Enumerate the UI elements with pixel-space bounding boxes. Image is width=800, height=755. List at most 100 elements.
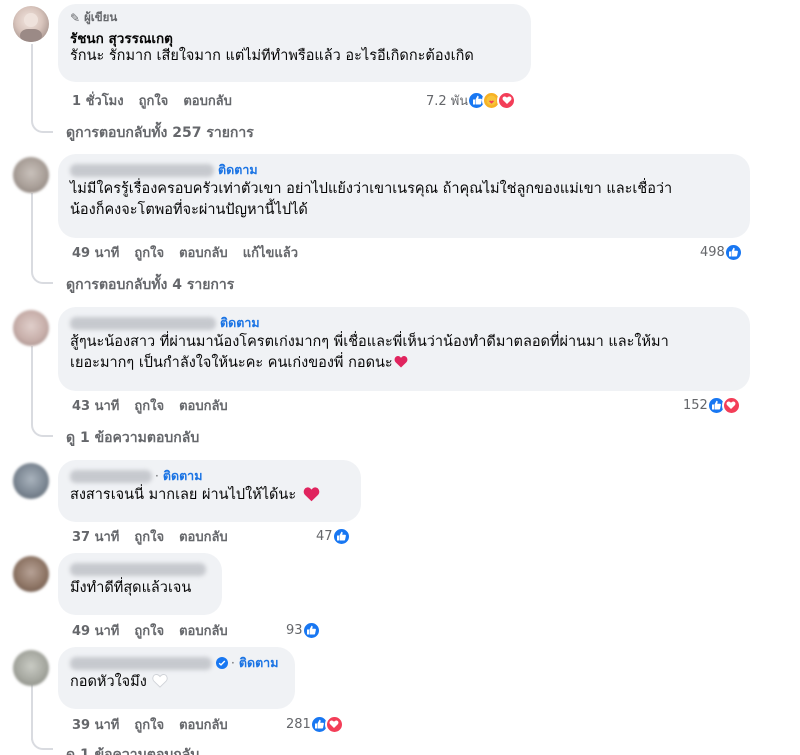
reaction-count: 498: [700, 244, 725, 260]
like-icon: [301, 620, 321, 640]
avatar[interactable]: [13, 310, 49, 346]
comment-actions: 1 ชั่วโมง ถูกใจ ตอบกลับ: [72, 91, 247, 109]
avatar[interactable]: [13, 6, 49, 42]
view-replies-link[interactable]: ดู 1 ข้อความตอบกลับ: [66, 427, 199, 447]
comment-time[interactable]: 43 นาที: [72, 395, 119, 416]
avatar-photo-icon: [20, 13, 42, 42]
reaction-summary[interactable]: 281: [286, 713, 344, 735]
comment-text-line: น้องก็คงจะโตพอที่จะผ่านปัญหานี้ไปได้: [70, 202, 308, 218]
thread-line: [31, 684, 33, 740]
author-badge: ✎ ผู้เขียน: [70, 10, 519, 25]
like-button[interactable]: ถูกใจ: [134, 242, 164, 263]
like-button[interactable]: ถูกใจ: [134, 395, 164, 416]
thread-curve: [31, 119, 53, 133]
like-button[interactable]: ถูกใจ: [134, 620, 164, 641]
comment-actions: 37 นาที ถูกใจ ตอบกลับ: [72, 527, 243, 545]
reaction-count: 47: [316, 528, 333, 544]
reaction-count: 7.2 พัน: [426, 93, 469, 109]
reply-button[interactable]: ตอบกลับ: [179, 526, 228, 547]
reaction-count: 93: [286, 622, 303, 638]
comment-text-line: สู้ๆนะน้องสาว ที่ผ่านมาน้องโครตเก่งมากๆ …: [70, 334, 669, 350]
like-icon: [331, 526, 351, 546]
comment-actions: 39 นาที ถูกใจ ตอบกลับ: [72, 715, 243, 733]
reply-button[interactable]: ตอบกลับ: [183, 90, 232, 111]
reply-button[interactable]: ตอบกลับ: [179, 620, 228, 641]
view-replies-link[interactable]: ดูการตอบกลับทั้ง 257 รายการ: [66, 122, 254, 142]
comment-text-line-with-emoji: สงสารเจนนี่ มากเลย ผ่านไปให้ได้นะ: [70, 485, 349, 506]
avatar[interactable]: [13, 463, 49, 499]
love-icon: [497, 90, 517, 110]
heart-emoji: [303, 487, 320, 502]
follow-button[interactable]: ติดตาม: [163, 466, 203, 486]
follow-button[interactable]: ติดตาม: [220, 313, 260, 333]
comment-actions: 49 นาที ถูกใจ ตอบกลับ: [72, 621, 243, 639]
thread-curve: [31, 423, 53, 437]
comment-text: กอดหัวใจมึง: [70, 674, 147, 690]
verified-badge-icon: [216, 657, 228, 669]
reaction-count: 281: [286, 716, 311, 732]
pencil-icon: ✎: [70, 11, 81, 25]
reply-button[interactable]: ตอบกลับ: [179, 395, 228, 416]
comment-text-line: เยอะมากๆ เป็นกำลังใจให้นะคะ คนเก่งของพี่…: [70, 355, 393, 371]
reaction-count: 152: [683, 397, 708, 413]
thread-curve: [31, 270, 53, 284]
follow-button[interactable]: ติดตาม: [218, 160, 258, 180]
love-icon: [324, 714, 344, 734]
separator-dot: ·: [231, 656, 235, 670]
comment-time[interactable]: 49 นาที: [72, 242, 119, 263]
comment-bubble: ติดตาม ไม่มีใครรู้เรื่องครอบครัวเท่าตัวเ…: [58, 154, 750, 238]
author-row: ติดตาม: [70, 314, 738, 332]
comment-bubble: · ติดตาม สงสารเจนนี่ มากเลย ผ่านไปให้ได้…: [58, 460, 361, 522]
blurred-author-name[interactable]: [70, 562, 206, 576]
edited-label[interactable]: แก้ไขแล้ว: [243, 242, 298, 263]
comment-actions: 43 นาที ถูกใจ ตอบกลับ: [72, 396, 243, 414]
comment-actions: 49 นาที ถูกใจ ตอบกลับ แก้ไขแล้ว: [72, 243, 313, 261]
thread-line: [31, 346, 33, 424]
view-replies-link[interactable]: ดู 1 ข้อความตอบกลับ: [66, 744, 199, 755]
thread-line: [31, 193, 33, 271]
blurred-author-name[interactable]: [70, 656, 212, 670]
reply-button[interactable]: ตอบกลับ: [179, 242, 228, 263]
follow-button[interactable]: ติดตาม: [239, 653, 279, 673]
like-button[interactable]: ถูกใจ: [134, 714, 164, 735]
author-row: · ติดตาม: [70, 467, 349, 485]
author-row: [70, 560, 210, 578]
like-button[interactable]: ถูกใจ: [139, 90, 169, 111]
blurred-author-name[interactable]: [70, 469, 152, 483]
love-icon: [721, 395, 741, 415]
separator-dot: ·: [155, 469, 159, 483]
comment-time[interactable]: 39 นาที: [72, 714, 119, 735]
reaction-summary[interactable]: 47: [316, 525, 351, 547]
comment-text-line-with-emoji: เยอะมากๆ เป็นกำลังใจให้นะคะ คนเก่งของพี่…: [70, 353, 738, 374]
thread-line: [31, 44, 33, 120]
comment-time[interactable]: 37 นาที: [72, 526, 119, 547]
comment-bubble: · ติดตาม กอดหัวใจมึง: [58, 647, 295, 709]
like-icon: [723, 242, 743, 262]
thread-curve: [31, 736, 53, 750]
view-replies-link[interactable]: ดูการตอบกลับทั้ง 4 รายการ: [66, 274, 234, 294]
reaction-summary[interactable]: 152: [683, 394, 741, 416]
reaction-summary[interactable]: 93: [286, 619, 321, 641]
white-heart-emoji: [152, 674, 169, 688]
comment-text-line: ไม่มีใครรู้เรื่องครอบครัวเท่าตัวเขา อย่า…: [70, 181, 673, 197]
like-button[interactable]: ถูกใจ: [134, 526, 164, 547]
blurred-author-name[interactable]: [70, 316, 216, 330]
comment-text-line-with-emoji: กอดหัวใจมึง: [70, 672, 283, 693]
reaction-summary[interactable]: 7.2 พัน: [426, 89, 517, 111]
comment-time[interactable]: 1 ชั่วโมง: [72, 90, 124, 111]
author-row: · ติดตาม: [70, 654, 283, 672]
author-name[interactable]: รัชนก สุวรรณเกตุ: [70, 27, 519, 47]
comment-time[interactable]: 49 นาที: [72, 620, 119, 641]
reply-button[interactable]: ตอบกลับ: [179, 714, 228, 735]
reaction-summary[interactable]: 498: [700, 241, 743, 263]
avatar[interactable]: [13, 556, 49, 592]
author-row: ติดตาม: [70, 161, 738, 179]
comment-text: สงสารเจนนี่ มากเลย ผ่านไปให้ได้นะ: [70, 487, 297, 503]
avatar[interactable]: [13, 157, 49, 193]
comment-text: มึงทำดีที่สุดแล้วเจน: [70, 580, 192, 596]
comment-bubble: ติดตาม สู้ๆนะน้องสาว ที่ผ่านมาน้องโครตเก…: [58, 307, 750, 391]
blurred-author-name[interactable]: [70, 163, 214, 177]
comment-bubble: ✎ ผู้เขียน รัชนก สุวรรณเกตุ รักนะ รักมาก…: [58, 4, 531, 82]
comment-bubble: มึงทำดีที่สุดแล้วเจน: [58, 553, 222, 615]
avatar[interactable]: [13, 650, 49, 686]
